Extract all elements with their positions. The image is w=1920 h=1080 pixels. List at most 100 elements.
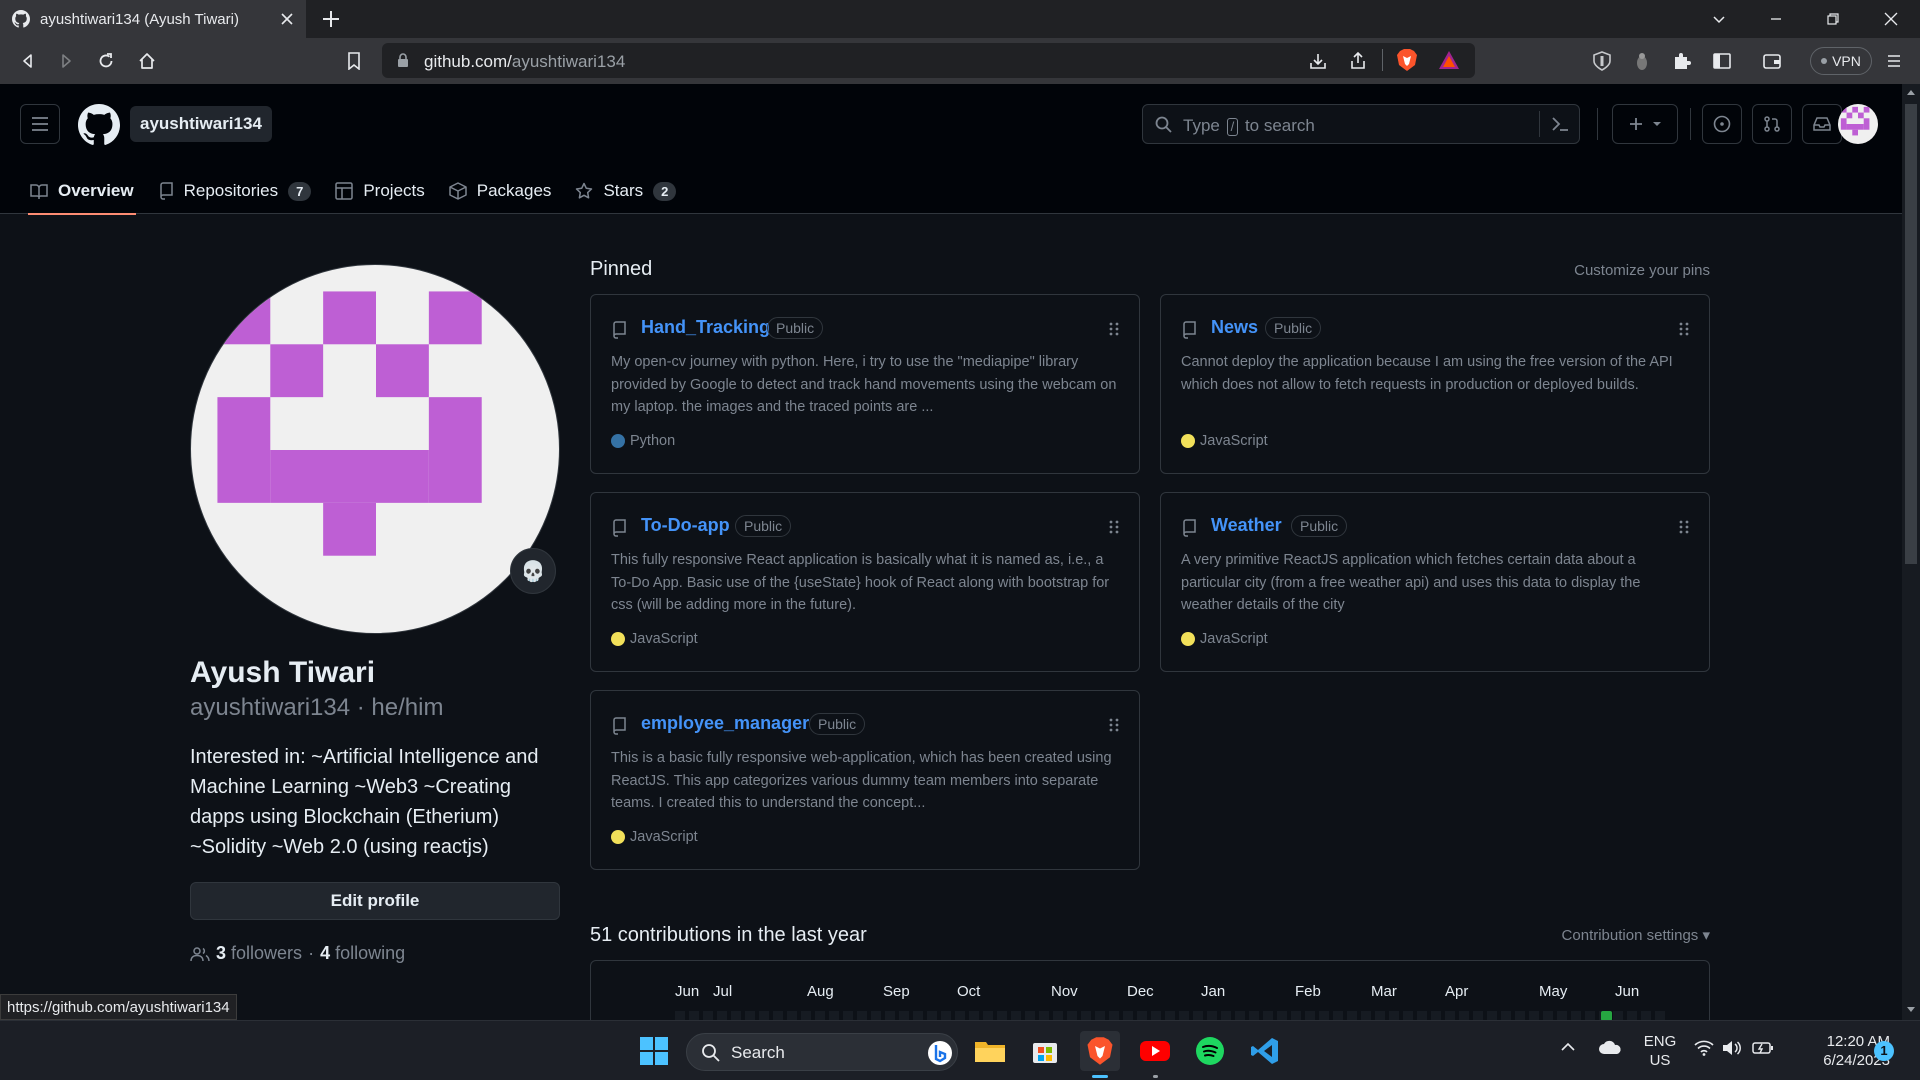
windows-start-icon[interactable] [634, 1031, 674, 1071]
tab-repositories[interactable]: Repositories 7 [146, 168, 324, 214]
active-app-indicator [1092, 1075, 1108, 1078]
drag-grip-icon[interactable] [1109, 519, 1119, 535]
sidebar-toggle-icon[interactable] [1708, 47, 1736, 75]
microsoft-store-icon[interactable] [1025, 1031, 1065, 1071]
global-nav-menu-button[interactable] [20, 104, 60, 144]
status-emoji-button[interactable]: 💀 [510, 548, 556, 594]
extensions-puzzle-icon[interactable] [1668, 47, 1696, 75]
spotify-icon[interactable] [1190, 1031, 1230, 1071]
repo-name-link[interactable]: News [1211, 317, 1258, 338]
notifications-button[interactable] [1802, 104, 1842, 144]
youtube-icon[interactable] [1135, 1031, 1175, 1071]
month-label: Jan [1201, 983, 1226, 1000]
reload-icon[interactable] [92, 47, 120, 75]
tab-packages[interactable]: Packages [437, 168, 564, 214]
scroll-up-icon[interactable] [1906, 88, 1916, 96]
pinned-repo-card: Weather Public A very primitive ReactJS … [1160, 492, 1710, 672]
search-placeholder-post: to search [1244, 116, 1315, 135]
repo-name-link[interactable]: Hand_Tracking [641, 317, 770, 338]
taskbar-search[interactable]: Search [686, 1033, 958, 1071]
status-bar-url: https://github.com/ayushtiwari134 [0, 994, 237, 1020]
contribution-months: Jun Jul Aug Sep Oct Nov Dec Jan Feb Mar … [591, 983, 1711, 1003]
wallet-extension-icon[interactable] [1628, 47, 1656, 75]
onedrive-cloud-icon[interactable] [1598, 1039, 1622, 1055]
browser-tab[interactable]: ayushtiwari134 (Ayush Tiwari) [0, 0, 306, 38]
followers-link[interactable]: 3 followers [216, 943, 302, 964]
vpn-status-dot [1821, 58, 1828, 64]
repo-name-link[interactable]: Weather [1211, 515, 1282, 536]
notification-badge[interactable]: 1 [1874, 1041, 1894, 1061]
drag-grip-icon[interactable] [1109, 717, 1119, 733]
show-hidden-icons-chevron[interactable] [1560, 1041, 1576, 1053]
tab-search-chevron-icon[interactable] [1706, 6, 1732, 32]
share-icon[interactable] [1348, 51, 1368, 71]
month-label: May [1539, 983, 1568, 1000]
language-color-dot [1181, 632, 1195, 646]
github-logo-icon[interactable] [78, 104, 120, 146]
create-new-button[interactable] [1612, 104, 1678, 144]
vpn-button[interactable]: VPN [1810, 47, 1872, 75]
profile-avatar[interactable] [190, 264, 560, 634]
browser-menu-icon[interactable] [1880, 47, 1908, 75]
url-path: ayushtiwari134 [511, 52, 626, 71]
pull-requests-button[interactable] [1752, 104, 1792, 144]
profile-tabs: Overview Repositories 7 Projects Package… [18, 168, 688, 215]
restore-button[interactable] [1820, 6, 1846, 32]
brave-browser-icon[interactable] [1080, 1031, 1120, 1071]
vscode-icon[interactable] [1245, 1031, 1285, 1071]
input-language-indicator[interactable]: ENG US [1642, 1032, 1678, 1070]
new-tab-button[interactable] [318, 6, 344, 32]
minimize-button[interactable] [1763, 6, 1789, 32]
tab-packages-label: Packages [476, 181, 552, 200]
profile-full-name: Ayush Tiwari [190, 656, 376, 689]
url-divider [1382, 49, 1383, 71]
brave-shields-icon[interactable] [1396, 48, 1418, 72]
close-tab-icon[interactable] [280, 12, 294, 26]
bookmark-icon[interactable] [340, 47, 368, 75]
pinned-repo-card: employee_manager Public This is a basic … [590, 690, 1140, 870]
drag-grip-icon[interactable] [1679, 321, 1689, 337]
address-bar[interactable]: github.com/ayushtiwari134 [382, 43, 1475, 78]
language-color-dot [611, 830, 625, 844]
scroll-down-icon[interactable] [1906, 1006, 1916, 1014]
page-scrollbar[interactable] [1902, 84, 1920, 1020]
tab-overview[interactable]: Overview [18, 168, 146, 215]
scrollbar-thumb[interactable] [1905, 104, 1917, 564]
brave-rewards-icon[interactable] [1438, 49, 1460, 71]
header-divider-2 [1690, 108, 1691, 140]
star-icon [576, 182, 593, 199]
back-icon[interactable] [14, 47, 42, 75]
file-explorer-icon[interactable] [970, 1031, 1010, 1071]
wifi-icon[interactable] [1694, 1040, 1714, 1056]
vpn-shield-icon[interactable] [1588, 47, 1616, 75]
wallet-icon[interactable] [1758, 47, 1786, 75]
forward-icon[interactable] [52, 47, 80, 75]
following-link[interactable]: 4 following [320, 943, 405, 964]
hamburger-icon [32, 117, 48, 131]
customize-pins-link[interactable]: Customize your pins [1574, 262, 1710, 279]
repo-name-link[interactable]: To-Do-app [641, 515, 730, 536]
drag-grip-icon[interactable] [1679, 519, 1689, 535]
tab-stars[interactable]: Stars 2 [563, 168, 688, 214]
tab-projects[interactable]: Projects [323, 168, 436, 214]
battery-icon[interactable] [1752, 1040, 1774, 1056]
drag-grip-icon[interactable] [1109, 321, 1119, 337]
home-icon[interactable] [133, 47, 161, 75]
book-icon [30, 184, 48, 199]
issues-button[interactable] [1702, 104, 1742, 144]
repo-name-link[interactable]: employee_manager [641, 713, 809, 734]
tab-repositories-label: Repositories [183, 181, 279, 200]
user-avatar-button[interactable] [1838, 104, 1878, 144]
command-palette-icon[interactable] [1551, 116, 1569, 132]
browser-toolbar: github.com/ayushtiwari134 VPN [0, 38, 1920, 84]
search-input[interactable]: Type / to search [1142, 104, 1580, 144]
edit-profile-button[interactable]: Edit profile [190, 882, 560, 920]
download-icon[interactable] [1308, 51, 1328, 71]
volume-icon[interactable] [1722, 1040, 1742, 1056]
username-breadcrumb[interactable]: ayushtiwari134 [130, 106, 272, 142]
contribution-settings-dropdown[interactable]: Contribution settings ▾ [1562, 926, 1710, 944]
language-color-dot [611, 434, 625, 448]
bing-icon[interactable] [927, 1040, 953, 1066]
repo-description: Cannot deploy the application because I … [1181, 354, 1673, 393]
close-window-button[interactable] [1878, 6, 1904, 32]
